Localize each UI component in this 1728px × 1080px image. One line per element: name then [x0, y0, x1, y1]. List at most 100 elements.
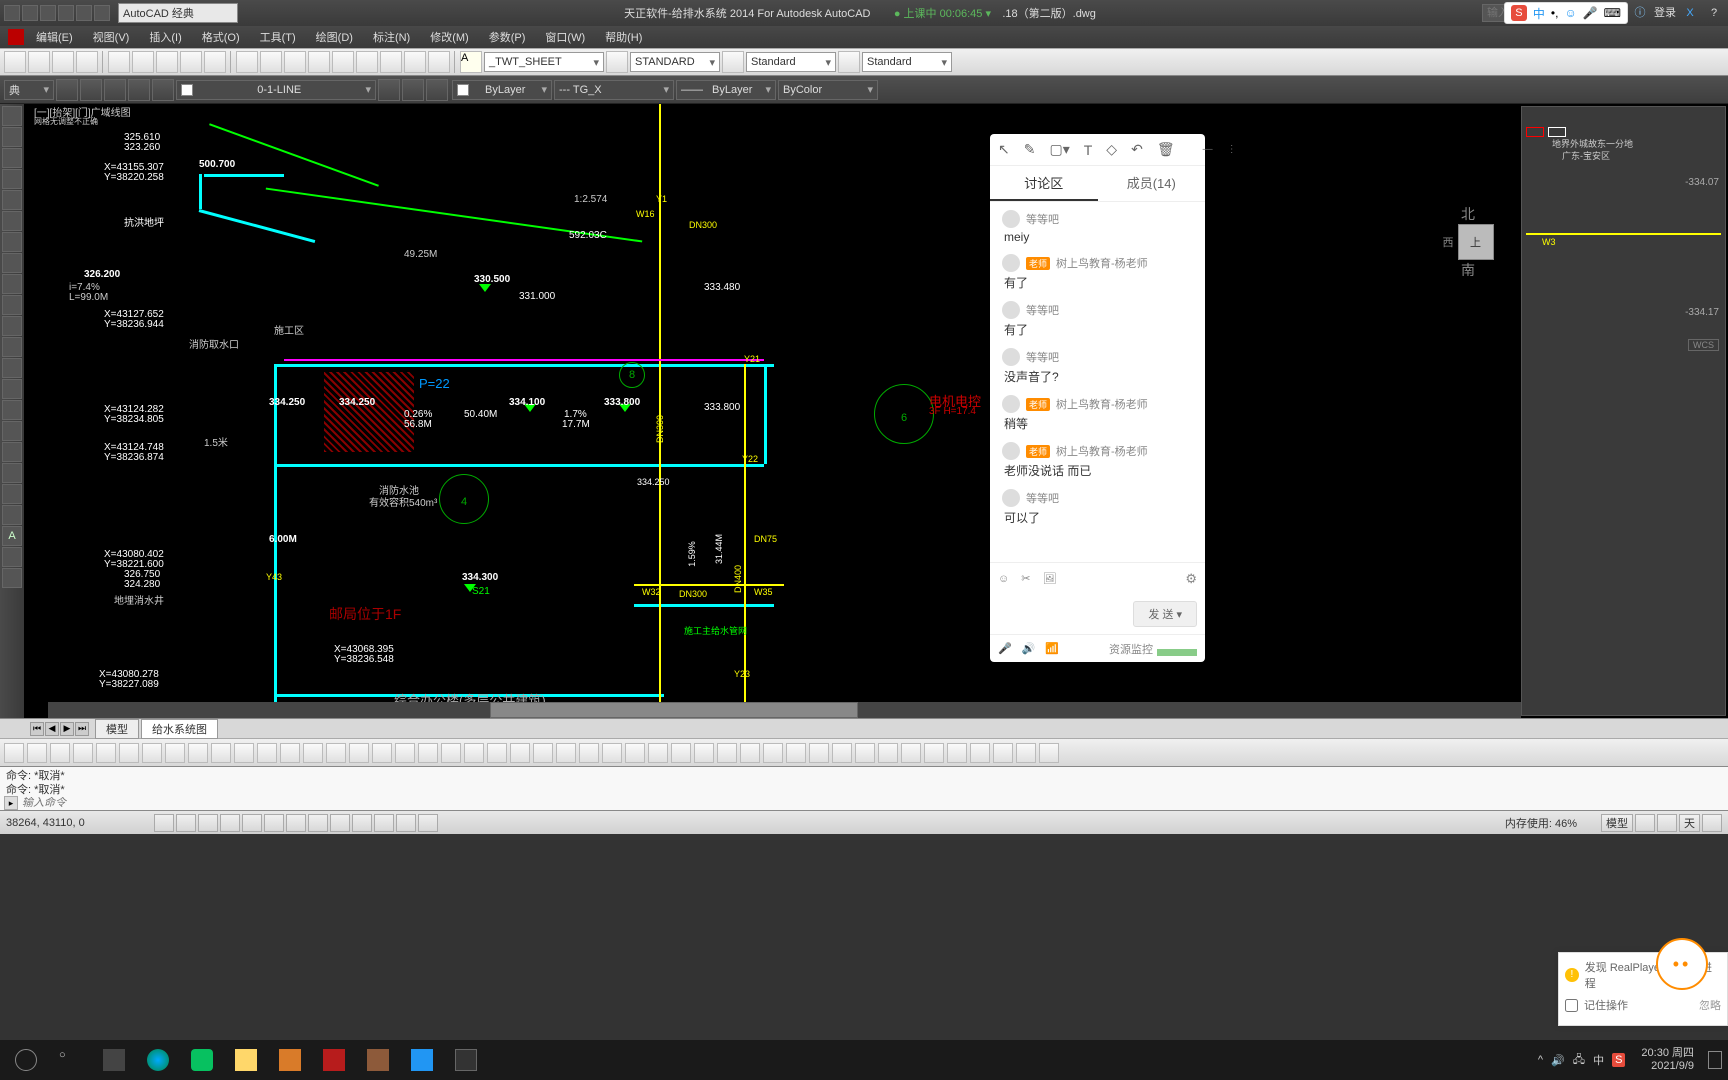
delete-tool-icon[interactable]: 🗑 — [1157, 141, 1175, 158]
undo-tool-icon[interactable]: ↶ — [1131, 141, 1143, 158]
ime-punct-indicator[interactable]: •, — [1551, 6, 1559, 20]
point-tool-icon[interactable] — [2, 274, 22, 294]
btool-11[interactable] — [234, 743, 254, 763]
polar-mode-icon[interactable] — [220, 814, 240, 832]
snap-mode-icon[interactable] — [154, 814, 174, 832]
taskview-icon[interactable] — [94, 1044, 134, 1076]
notification-center-icon[interactable] — [1708, 1051, 1722, 1069]
btool-15[interactable] — [326, 743, 346, 763]
qat-open-icon[interactable] — [22, 5, 38, 21]
menu-parametric[interactable]: 参数(P) — [481, 27, 534, 47]
app4-taskbar-icon[interactable] — [446, 1044, 486, 1076]
sogou-icon[interactable]: S — [1511, 5, 1527, 21]
tool-btn-7[interactable] — [156, 51, 178, 73]
layer-btn-4[interactable] — [128, 79, 150, 101]
xline-tool-icon[interactable] — [2, 484, 22, 504]
table-style-combo[interactable]: Standard — [746, 52, 836, 72]
tab-members[interactable]: 成员(14) — [1098, 166, 1206, 201]
autocad-taskbar-icon[interactable] — [314, 1044, 354, 1076]
status-scale-icon[interactable] — [1635, 814, 1655, 832]
dyn-mode-icon[interactable] — [286, 814, 306, 832]
color-combo[interactable]: ByLayer — [452, 80, 552, 100]
btool-32[interactable] — [717, 743, 737, 763]
btool-43[interactable] — [970, 743, 990, 763]
start-button[interactable] — [6, 1044, 46, 1076]
tool-btn-12[interactable] — [284, 51, 306, 73]
btool-33[interactable] — [740, 743, 760, 763]
status-model-btn[interactable]: 模型 — [1601, 814, 1633, 832]
settings-icon[interactable]: ⚙ — [1185, 571, 1197, 587]
qat-new-icon[interactable] — [4, 5, 20, 21]
status-ann-icon[interactable] — [1657, 814, 1677, 832]
text-style-btn[interactable]: A — [460, 51, 482, 73]
btool-16[interactable] — [349, 743, 369, 763]
qat-print-icon[interactable] — [94, 5, 110, 21]
layer-prev-btn[interactable] — [426, 79, 448, 101]
tool-btn-9[interactable] — [204, 51, 226, 73]
block-tool-icon[interactable] — [2, 295, 22, 315]
btool-17[interactable] — [372, 743, 392, 763]
scissors-icon[interactable]: ✂ — [1021, 572, 1030, 585]
btool-46[interactable] — [1039, 743, 1059, 763]
qat-redo-icon[interactable] — [76, 5, 92, 21]
line-tool-icon[interactable] — [2, 106, 22, 126]
login-link[interactable]: 登录 — [1654, 5, 1676, 21]
osnap-mode-icon[interactable] — [242, 814, 262, 832]
table-tool-icon[interactable] — [2, 358, 22, 378]
tab-model[interactable]: 模型 — [95, 719, 139, 739]
help-icon[interactable]: ⓘ — [1630, 5, 1650, 21]
polyline-tool-icon[interactable] — [2, 127, 22, 147]
btool-31[interactable] — [694, 743, 714, 763]
linetype-combo[interactable]: --- TG_X — [554, 80, 674, 100]
otrack-mode-icon[interactable] — [264, 814, 284, 832]
btool-27[interactable] — [602, 743, 622, 763]
tab-last-icon[interactable]: ⏭ — [75, 722, 89, 736]
tray-sogou-icon[interactable]: S — [1612, 1053, 1625, 1067]
wall-tool-icon[interactable] — [2, 547, 22, 567]
view-cube[interactable]: 北 西 上 南 — [1428, 204, 1508, 304]
tool-btn-18[interactable] — [428, 51, 450, 73]
tray-up-icon[interactable]: ^ — [1538, 1054, 1543, 1066]
rect-tool-icon[interactable] — [2, 190, 22, 210]
btool-4[interactable] — [73, 743, 93, 763]
donut-tool-icon[interactable] — [2, 442, 22, 462]
btool-9[interactable] — [188, 743, 208, 763]
command-input[interactable] — [22, 797, 1724, 809]
sc-mode-icon[interactable] — [352, 814, 372, 832]
btool-22[interactable] — [487, 743, 507, 763]
btool-10[interactable] — [211, 743, 231, 763]
ime-emoji-icon[interactable]: ☺ — [1564, 6, 1576, 20]
lineweight-combo[interactable]: —— ByLayer — [676, 80, 776, 100]
btool-35[interactable] — [786, 743, 806, 763]
app3-taskbar-icon[interactable] — [402, 1044, 442, 1076]
layer-iso-btn[interactable] — [402, 79, 424, 101]
menu-dimension[interactable]: 标注(N) — [365, 27, 418, 47]
lwt-mode-icon[interactable] — [308, 814, 328, 832]
menu-insert[interactable]: 插入(I) — [141, 27, 189, 47]
menu-tools[interactable]: 工具(T) — [252, 27, 304, 47]
tool-btn-11[interactable] — [260, 51, 282, 73]
btool-40[interactable] — [901, 743, 921, 763]
arc-tool-icon[interactable] — [2, 169, 22, 189]
cursor-tool-icon[interactable]: ↖ — [998, 141, 1010, 158]
tray-net-icon[interactable]: 🖧 — [1573, 1051, 1585, 1070]
tool-btn-14[interactable] — [332, 51, 354, 73]
wechat-taskbar-icon[interactable] — [182, 1044, 222, 1076]
revcloud-tool-icon[interactable] — [2, 421, 22, 441]
btool-8[interactable] — [165, 743, 185, 763]
circle-tool-icon[interactable] — [2, 148, 22, 168]
btool-14[interactable] — [303, 743, 323, 763]
door-tool-icon[interactable] — [2, 568, 22, 588]
tool-btn-3[interactable] — [52, 51, 74, 73]
edge-taskbar-icon[interactable] — [138, 1044, 178, 1076]
tool-btn-2[interactable] — [28, 51, 50, 73]
dim-style-btn[interactable] — [606, 51, 628, 73]
btool-38[interactable] — [855, 743, 875, 763]
spline-tool-icon[interactable] — [2, 253, 22, 273]
qp-mode-icon[interactable] — [330, 814, 350, 832]
tool-btn-4[interactable] — [76, 51, 98, 73]
btool-18[interactable] — [395, 743, 415, 763]
min-icon[interactable]: — — [1203, 144, 1213, 155]
btool-36[interactable] — [809, 743, 829, 763]
ellipse-tool-icon[interactable] — [2, 211, 22, 231]
